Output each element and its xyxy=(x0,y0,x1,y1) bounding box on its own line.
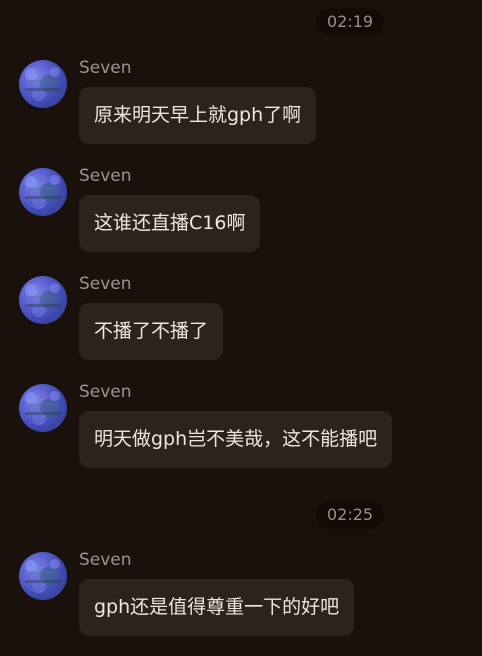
message-bubble[interactable]: gph还是值得尊重一下的好吧 xyxy=(79,579,355,636)
sender-name: Seven xyxy=(79,166,132,186)
sender-name: Seven xyxy=(79,58,132,78)
message-bubble[interactable]: 原来明天早上就gph了啊 xyxy=(79,87,317,144)
message-bubble[interactable]: 不播了不播了 xyxy=(79,303,224,360)
avatar-icon[interactable] xyxy=(19,552,67,600)
chat-window: 02:19 Seven 原来明天早上就gph了啊 Seven 这谁还直播C16啊… xyxy=(0,0,482,656)
avatar-icon[interactable] xyxy=(19,168,67,216)
avatar-icon[interactable] xyxy=(19,384,67,432)
avatar-icon[interactable] xyxy=(19,276,67,324)
sender-name: Seven xyxy=(79,382,132,402)
timestamp-divider: 02:25 xyxy=(316,501,385,529)
avatar-icon[interactable] xyxy=(19,60,67,108)
message-bubble[interactable]: 明天做gph岂不美哉，这不能播吧 xyxy=(79,411,393,468)
message-bubble[interactable]: 这谁还直播C16啊 xyxy=(79,195,261,252)
sender-name: Seven xyxy=(79,274,132,294)
sender-name: Seven xyxy=(79,550,132,570)
timestamp-divider: 02:19 xyxy=(316,8,385,36)
